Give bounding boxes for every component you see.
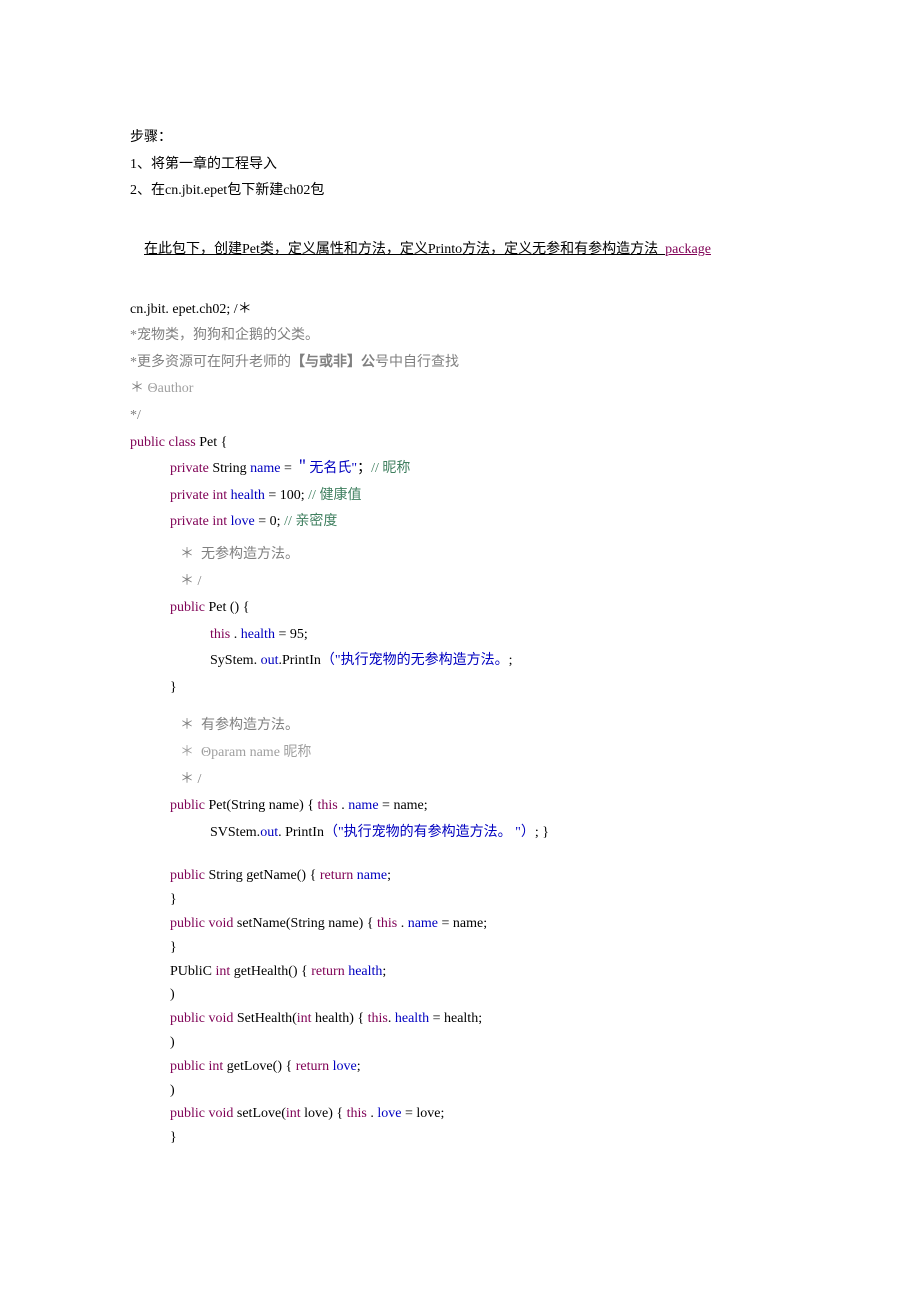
ctor-arg: public Pet(String name) { this . name = … <box>130 793 790 820</box>
comment-noarg: ＊ 无参构造方法。 <box>130 542 790 569</box>
get-name-close: } <box>130 888 790 912</box>
document-page: 步骤： 1、将第一章的工程导入 2、在cn.jbit.epet包下新建ch02包… <box>0 0 920 1210</box>
comment-close: */ <box>130 403 790 430</box>
set-love: public void setLove(int love) { this . l… <box>130 1102 790 1126</box>
ctor-noarg-body2: SyStem. out.PrintIn（"执行宠物的无参构造方法。; <box>130 648 790 675</box>
get-health: PUbliC int getHealth() { return health; <box>130 960 790 984</box>
set-health-close: ) <box>130 1031 790 1055</box>
class-decl: public class Pet { <box>130 430 790 457</box>
set-name-close: } <box>130 936 790 960</box>
ctor-arg-body: SVStem.out. PrintIn（"执行宠物的有参构造方法。 "）; } <box>130 820 790 847</box>
step-1: 1、将第一章的工程导入 <box>130 152 790 179</box>
package-line: cn.jbit. epet.ch02; /＊ <box>130 297 790 324</box>
comment-pet-class: *宠物类，狗狗和企鹅的父类。 <box>130 323 790 350</box>
keyword-package: package <box>665 242 711 257</box>
ctor-noarg-close: } <box>130 675 790 702</box>
get-love-close: ) <box>130 1079 790 1103</box>
comment-author: ＊ Θauthor <box>130 376 790 403</box>
get-name: public String getName() { return name; <box>130 864 790 888</box>
field-love: private int love = 0; // 亲密度 <box>130 509 790 536</box>
instruction-text: 在此包下，创建Pet类，定义属性和方法，定义Printo方法，定义无参和有参构造… <box>144 242 665 257</box>
comment-arg-close: ＊ / <box>130 767 790 794</box>
step-2: 2、在cn.jbit.epet包下新建ch02包 <box>130 178 790 205</box>
step-header: 步骤： <box>130 125 790 152</box>
step-3-underline: 在此包下，创建Pet类，定义属性和方法，定义Printo方法，定义无参和有参构造… <box>130 211 790 291</box>
comment-arg-param: ＊ Θparam name 昵称 <box>130 740 790 767</box>
set-name: public void setName(String name) { this … <box>130 912 790 936</box>
get-health-close: ) <box>130 983 790 1007</box>
set-health: public void SetHealth(int health) { this… <box>130 1007 790 1031</box>
ctor-noarg-body1: this . health = 95; <box>130 622 790 649</box>
comment-arg: ＊ 有参构造方法。 <box>130 713 790 740</box>
field-health: private int health = 100; // 健康值 <box>130 483 790 510</box>
comment-noarg-close: ＊ / <box>130 569 790 596</box>
field-name: private String name = ＂无名氏"；// 昵称 <box>130 456 790 483</box>
get-love: public int getLove() { return love; <box>130 1055 790 1079</box>
set-love-close: } <box>130 1126 790 1150</box>
ctor-noarg: public Pet () { <box>130 595 790 622</box>
comment-resource: *更多资源可在阿升老师的【与或非】公号中自行查找 <box>130 350 790 377</box>
